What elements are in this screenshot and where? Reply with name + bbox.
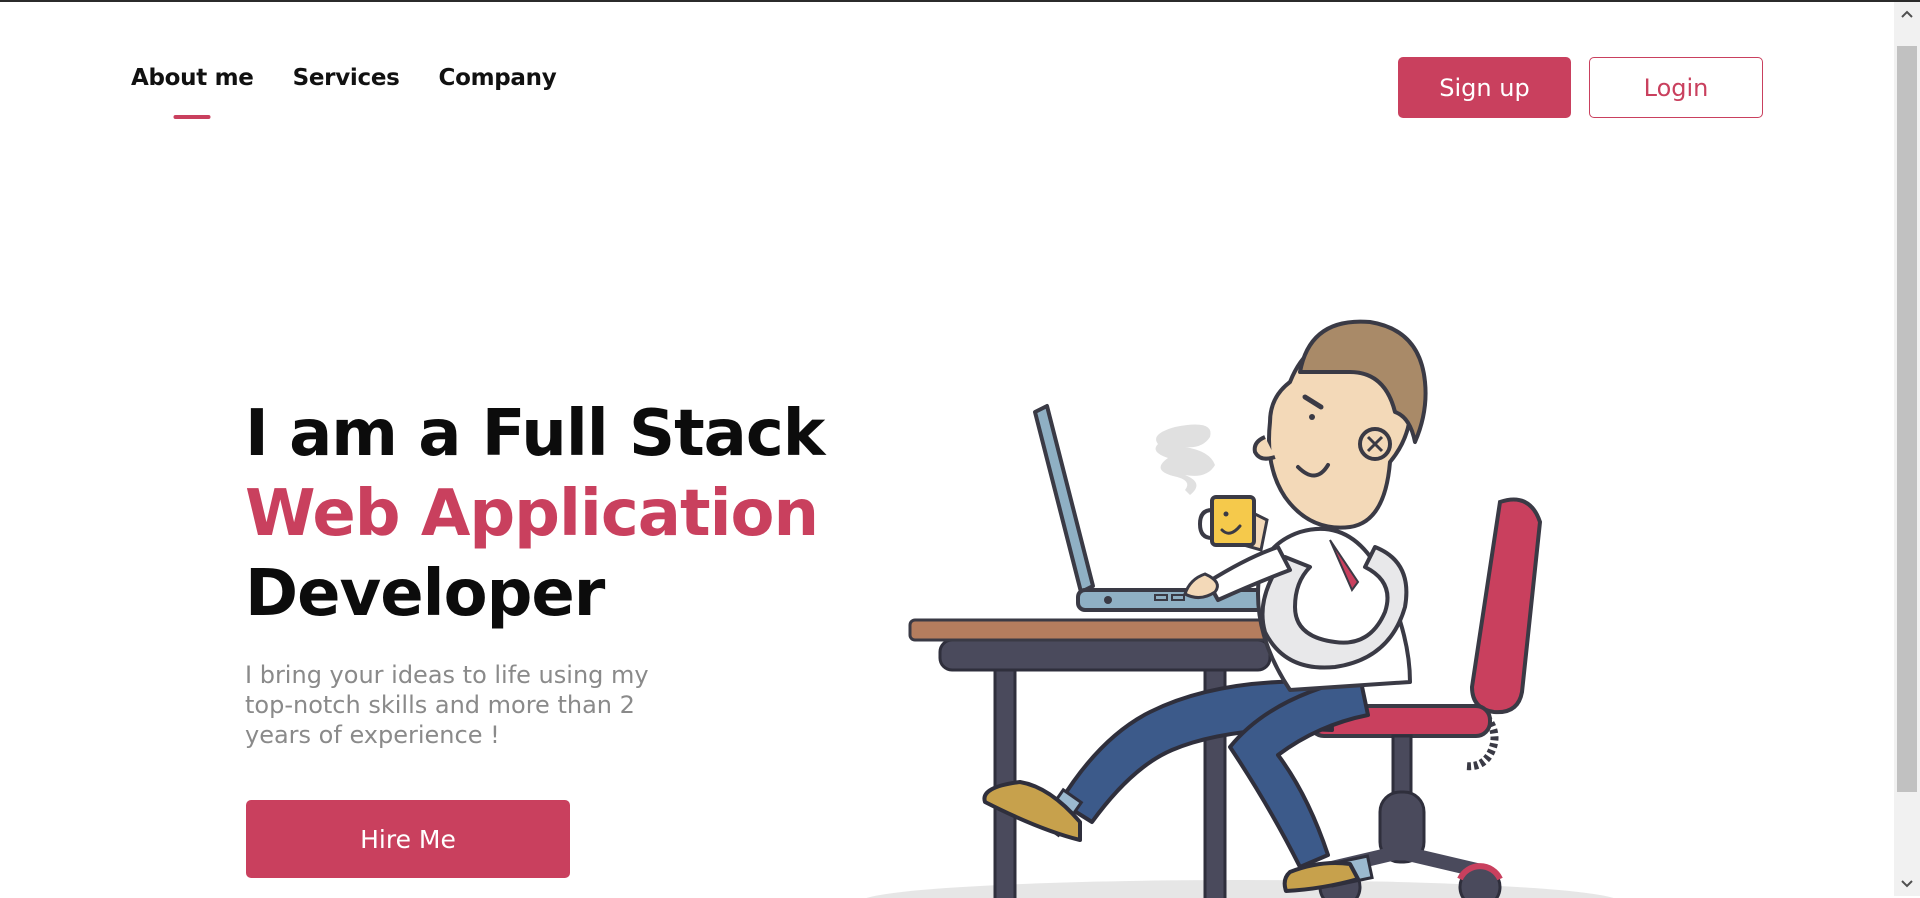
- hero-title-line-1: I am a Full Stack: [245, 397, 824, 471]
- steam: [1156, 425, 1215, 495]
- chevron-up-icon[interactable]: [1894, 2, 1920, 26]
- person-head: [1255, 322, 1426, 528]
- scrollbar-thumb[interactable]: [1897, 46, 1917, 792]
- person-legs: [984, 677, 1372, 891]
- chevron-down-icon[interactable]: [1894, 872, 1920, 896]
- desk-frame: [940, 640, 1270, 670]
- desk-top: [910, 620, 1305, 640]
- vertical-scrollbar[interactable]: [1894, 2, 1920, 896]
- nav-item-company[interactable]: Company: [439, 65, 557, 91]
- floor-shadow: [860, 880, 1620, 898]
- nav-item-about-me[interactable]: About me: [131, 65, 254, 91]
- page: About me Services Company Sign up Login …: [0, 2, 1894, 896]
- hero-title-line-2: Web Application: [245, 477, 818, 551]
- hire-me-button[interactable]: Hire Me: [246, 800, 570, 878]
- nav-item-services[interactable]: Services: [293, 65, 400, 91]
- hero-title: I am a Full Stack Web Application Develo…: [245, 394, 824, 634]
- signup-button[interactable]: Sign up: [1398, 57, 1571, 118]
- login-button[interactable]: Login: [1589, 57, 1763, 118]
- main-nav: About me Services Company: [131, 65, 556, 91]
- developer-at-desk-illustration: [860, 302, 1660, 898]
- hero-title-line-3: Developer: [245, 557, 604, 631]
- desk-leg-left: [995, 664, 1015, 898]
- coffee-mug-icon: [1200, 497, 1254, 545]
- hero-description: I bring your ideas to life using my top-…: [245, 660, 665, 750]
